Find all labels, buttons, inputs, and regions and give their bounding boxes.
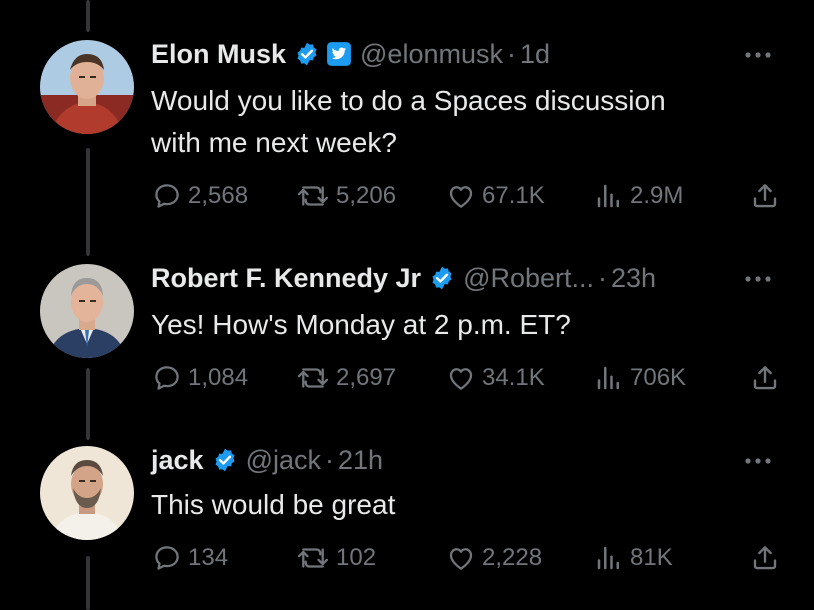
retweet-count: 2,697 [336, 364, 397, 391]
timestamp[interactable]: 21h [338, 445, 383, 476]
tweet-rfk[interactable]: Robert F. Kennedy Jr @Robert... · 23h Ye… [0, 258, 814, 408]
tweet-text: Would you like to do a Spaces discussion… [151, 80, 666, 164]
tweet-actions: 134 102 2,228 81K [0, 538, 814, 578]
tweet-header: jack @jack · 21h [151, 440, 383, 480]
timestamp[interactable]: 23h [611, 263, 656, 294]
retweet-button[interactable]: 102 [296, 538, 376, 578]
more-icon [745, 52, 771, 58]
retweet-icon [297, 368, 329, 388]
separator-dot: · [325, 444, 334, 475]
author-name[interactable]: Elon Musk [151, 39, 286, 70]
tweet-text: Yes! How's Monday at 2 p.m. ET? [151, 304, 571, 346]
more-icon [745, 276, 771, 282]
twitter-affiliate-badge-icon [326, 41, 352, 67]
more-icon [745, 458, 771, 464]
views-icon [597, 184, 619, 208]
like-count: 34.1K [482, 364, 545, 391]
separator-dot: · [506, 38, 516, 69]
views-button[interactable]: 81K [594, 538, 673, 578]
retweet-icon [297, 548, 329, 568]
reply-count: 1,084 [188, 364, 249, 391]
share-button[interactable] [750, 358, 786, 398]
like-icon [449, 186, 473, 208]
like-count: 2,228 [482, 544, 543, 571]
share-icon [753, 184, 777, 208]
verified-check-icon [294, 41, 320, 67]
tweet-text-line: with me next week? [151, 127, 397, 158]
views-count: 2.9M [630, 182, 684, 209]
reply-button[interactable]: 1,084 [152, 358, 248, 398]
retweet-count: 5,206 [336, 182, 397, 209]
avatar[interactable] [40, 40, 134, 134]
tweet-header: Robert F. Kennedy Jr @Robert... · 23h [151, 258, 656, 298]
like-count: 67.1K [482, 182, 545, 209]
share-icon [753, 366, 777, 390]
tweet-actions: 1,084 2,697 34.1K 706K [0, 358, 814, 398]
tweet-text-line: Would you like to do a Spaces discussion [151, 85, 666, 116]
views-button[interactable]: 2.9M [594, 176, 683, 216]
tweet-jack[interactable]: jack @jack · 21h This would be great 134… [0, 440, 814, 590]
more-options-button[interactable] [738, 264, 778, 294]
views-count: 81K [630, 544, 673, 571]
tweet-text-line: Yes! How's Monday at 2 p.m. ET? [151, 309, 571, 340]
reply-icon [155, 184, 179, 208]
thread-line-top [86, 0, 90, 32]
reply-button[interactable]: 2,568 [152, 176, 248, 216]
author-name[interactable]: jack [151, 445, 204, 476]
views-icon [597, 366, 619, 390]
tweet-text: This would be great [151, 484, 395, 526]
reply-count: 134 [188, 544, 229, 571]
tweet-header: Elon Musk @elonmusk · 1d [151, 34, 550, 74]
avatar[interactable] [40, 264, 134, 358]
retweet-button[interactable]: 2,697 [296, 358, 396, 398]
reply-icon [155, 546, 179, 570]
views-count: 706K [630, 364, 687, 391]
retweet-icon [297, 186, 329, 206]
timestamp[interactable]: 1d [520, 39, 550, 70]
like-button[interactable]: 2,228 [446, 538, 542, 578]
share-button[interactable] [750, 176, 786, 216]
tweet-text-line: This would be great [151, 489, 396, 520]
tweet-elon[interactable]: Elon Musk @elonmusk · 1d Would you like … [0, 34, 814, 224]
like-icon [449, 548, 473, 570]
like-button[interactable]: 34.1K [446, 358, 545, 398]
retweet-count: 102 [336, 544, 377, 571]
like-icon [449, 368, 473, 390]
verified-check-icon [212, 447, 238, 473]
tweet-actions: 2,568 5,206 67.1K 2.9M [0, 176, 814, 216]
share-button[interactable] [750, 538, 786, 578]
retweet-button[interactable]: 5,206 [296, 176, 396, 216]
more-options-button[interactable] [738, 40, 778, 70]
more-options-button[interactable] [738, 446, 778, 476]
author-handle[interactable]: @elonmusk [360, 39, 503, 70]
separator-dot: · [598, 262, 608, 293]
avatar[interactable] [40, 446, 134, 540]
author-handle[interactable]: @Robert... [463, 263, 594, 294]
verified-check-icon [429, 265, 455, 291]
reply-icon [155, 366, 179, 390]
views-button[interactable]: 706K [594, 358, 686, 398]
views-icon [597, 546, 619, 570]
author-name[interactable]: Robert F. Kennedy Jr [151, 263, 421, 294]
reply-button[interactable]: 134 [152, 538, 228, 578]
share-icon [753, 546, 777, 570]
reply-count: 2,568 [188, 182, 249, 209]
author-handle[interactable]: @jack [246, 445, 321, 476]
like-button[interactable]: 67.1K [446, 176, 545, 216]
